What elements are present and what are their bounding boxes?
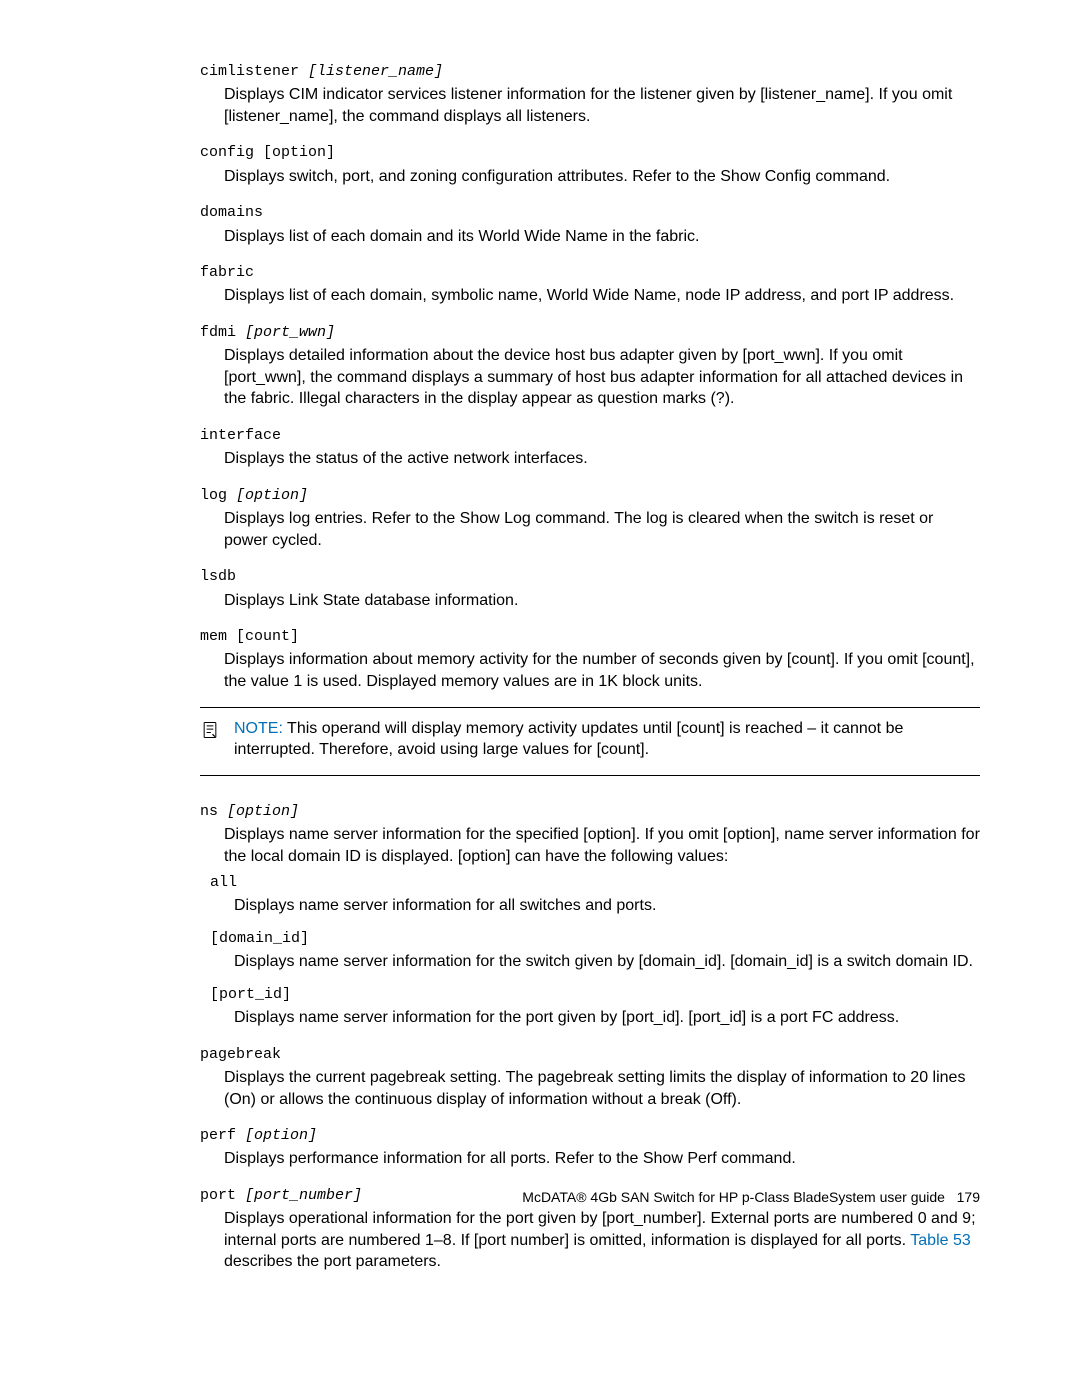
entry-log: log [option] Displays log entries. Refer…: [200, 484, 980, 551]
desc-fdmi: Displays detailed information about the …: [200, 345, 980, 410]
note-label: NOTE:: [234, 720, 283, 737]
sub-all: all Displays name server information for…: [210, 871, 980, 917]
entry-mem: mem [count] Displays information about m…: [200, 625, 980, 692]
sub-cmd-port-id: [port_id]: [210, 986, 291, 1003]
sub-domain-id: [domain_id] Displays name server informa…: [210, 927, 980, 973]
desc-perf: Displays performance information for all…: [200, 1148, 980, 1170]
desc-domains: Displays list of each domain and its Wor…: [200, 226, 980, 248]
sub-desc-all: Displays name server information for all…: [210, 895, 980, 917]
entry-ns: ns [option] Displays name server informa…: [200, 800, 980, 1029]
cmd-domains: domains: [200, 204, 263, 221]
entry-fdmi: fdmi [port_wwn] Displays detailed inform…: [200, 321, 980, 410]
sub-cmd-domain-id: [domain_id]: [210, 930, 309, 947]
cmd-lsdb: lsdb: [200, 568, 236, 585]
entry-perf: perf [option] Displays performance infor…: [200, 1124, 980, 1170]
desc-config: Displays switch, port, and zoning config…: [200, 166, 980, 188]
note-text: NOTE: This operand will display memory a…: [234, 718, 980, 761]
desc-port: Displays operational information for the…: [200, 1208, 980, 1273]
note-body: This operand will display memory activit…: [234, 720, 903, 759]
desc-cimlistener: Displays CIM indicator services listener…: [200, 84, 980, 127]
link-table-53[interactable]: Table 53: [910, 1232, 971, 1249]
cmd-fdmi: fdmi: [200, 324, 245, 341]
ns-sub-list: all Displays name server information for…: [200, 871, 980, 1029]
entry-interface: interface Displays the status of the act…: [200, 424, 980, 470]
entry-lsdb: lsdb Displays Link State database inform…: [200, 565, 980, 611]
sub-desc-port-id: Displays name server information for the…: [210, 1007, 980, 1029]
sub-port-id: [port_id] Displays name server informati…: [210, 983, 980, 1029]
entry-pagebreak: pagebreak Displays the current pagebreak…: [200, 1043, 980, 1110]
entry-config: config [option] Displays switch, port, a…: [200, 141, 980, 187]
arg-ns: [option]: [227, 803, 299, 820]
footer-page-number: 179: [957, 1189, 980, 1205]
sub-cmd-all: all: [210, 874, 237, 891]
page-footer: McDATA® 4Gb SAN Switch for HP p-Class Bl…: [0, 1188, 1080, 1207]
cmd-pagebreak: pagebreak: [200, 1046, 281, 1063]
entry-cimlistener: cimlistener [listener_name] Displays CIM…: [200, 60, 980, 127]
desc-mem: Displays information about memory activi…: [200, 649, 980, 692]
desc-log: Displays log entries. Refer to the Show …: [200, 508, 980, 551]
entry-domains: domains Displays list of each domain and…: [200, 201, 980, 247]
desc-pagebreak: Displays the current pagebreak setting. …: [200, 1067, 980, 1110]
note-icon: [200, 718, 220, 744]
cmd-log: log: [200, 487, 236, 504]
desc-fabric: Displays list of each domain, symbolic n…: [200, 285, 980, 307]
desc-ns: Displays name server information for the…: [200, 824, 980, 867]
cmd-config: config [option]: [200, 144, 335, 161]
desc-interface: Displays the status of the active networ…: [200, 448, 980, 470]
footer-text: McDATA® 4Gb SAN Switch for HP p-Class Bl…: [522, 1189, 945, 1205]
entry-fabric: fabric Displays list of each domain, sym…: [200, 261, 980, 307]
arg-log: [option]: [236, 487, 308, 504]
desc-port-part2: describes the port parameters.: [224, 1253, 441, 1270]
desc-lsdb: Displays Link State database information…: [200, 590, 980, 612]
cmd-mem: mem [count]: [200, 628, 299, 645]
desc-port-part1: Displays operational information for the…: [224, 1210, 976, 1249]
cmd-perf: perf: [200, 1127, 245, 1144]
cmd-interface: interface: [200, 427, 281, 444]
cmd-cimlistener: cimlistener: [200, 63, 308, 80]
arg-cimlistener: [listener_name]: [308, 63, 443, 80]
arg-fdmi: [port_wwn]: [245, 324, 335, 341]
note-box: NOTE: This operand will display memory a…: [200, 707, 980, 776]
cmd-fabric: fabric: [200, 264, 254, 281]
cmd-ns: ns: [200, 803, 227, 820]
sub-desc-domain-id: Displays name server information for the…: [210, 951, 980, 973]
document-page: cimlistener [listener_name] Displays CIM…: [0, 0, 1080, 1327]
arg-perf: [option]: [245, 1127, 317, 1144]
